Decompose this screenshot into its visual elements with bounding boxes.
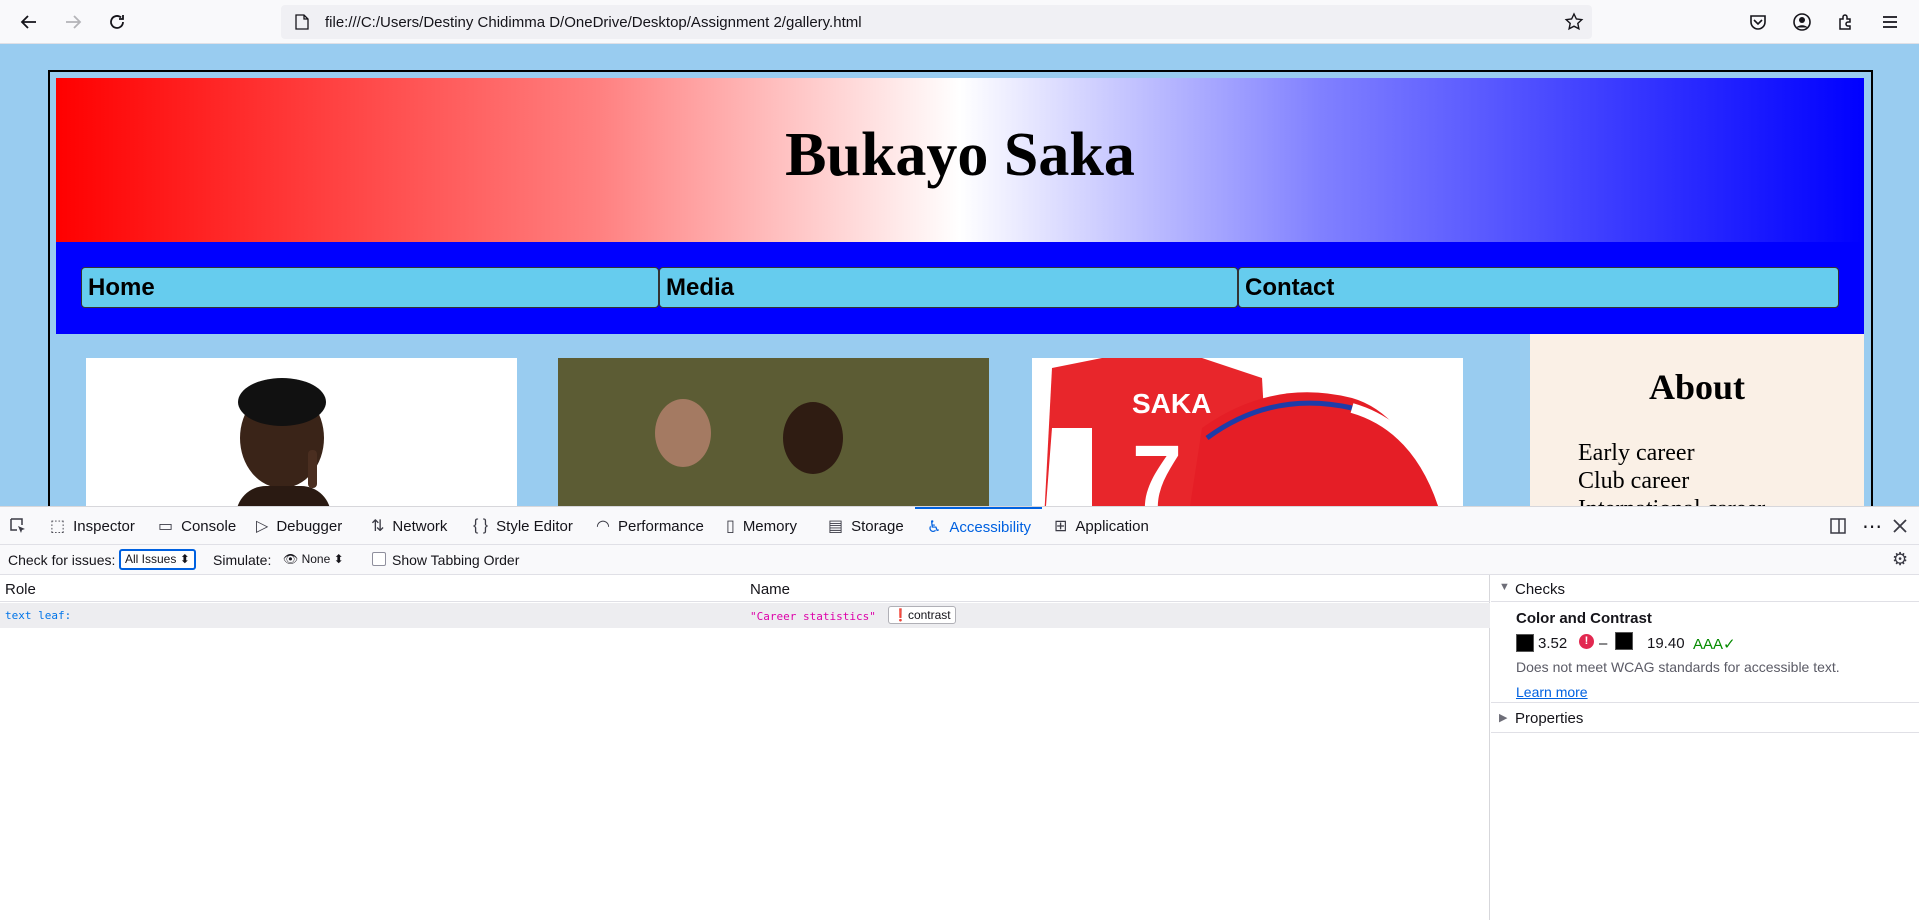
about-link-early-career[interactable]: Early career	[1578, 440, 1695, 467]
checks-sidebar: ▼ Checks Color and Contrast 3.52 ! – 19.…	[1491, 575, 1919, 920]
properties-label: Properties	[1515, 710, 1584, 727]
warning-icon: ❗	[893, 608, 908, 622]
simulate-select[interactable]: 👁 None ⬍	[283, 552, 344, 566]
console-icon: ▭	[158, 518, 174, 535]
tab-inspector[interactable]: ⬚ Inspector	[50, 507, 135, 545]
role-column-header: Role	[5, 581, 36, 598]
simulate-label: Simulate:	[213, 552, 272, 568]
error-icon: !	[1579, 634, 1594, 649]
tab-application[interactable]: ⊞ Application	[1054, 507, 1149, 545]
inspector-icon: ⬚	[50, 518, 66, 535]
tab-network[interactable]: ⇅ Network	[371, 507, 447, 545]
close-devtools-icon[interactable]	[1893, 507, 1907, 545]
about-link-club-career[interactable]: Club career	[1578, 468, 1689, 495]
eye-icon: 👁	[283, 552, 299, 566]
contrast-message: Does not meet WCAG standards for accessi…	[1516, 659, 1840, 675]
performance-icon: ◠	[596, 518, 610, 535]
contrast-dash: –	[1599, 635, 1608, 652]
application-icon: ⊞	[1054, 518, 1068, 535]
contrast-badge[interactable]: ❗contrast	[888, 606, 956, 624]
accessibility-toolbar: Check for issues: All Issues ⬍ Simulate:…	[0, 545, 1919, 575]
gallery-image-jersey: SAKA 7	[1032, 358, 1463, 506]
tabbing-order-checkbox[interactable]	[372, 552, 386, 566]
browser-toolbar: file:///C:/Users/Destiny Chidimma D/OneD…	[0, 0, 1919, 44]
url-text: file:///C:/Users/Destiny Chidimma D/OneD…	[325, 14, 862, 31]
file-icon	[295, 14, 309, 35]
forward-icon[interactable]	[57, 6, 89, 38]
about-heading: About	[1648, 367, 1746, 407]
chevron-right-icon: ▶	[1499, 712, 1508, 724]
devtools-tab-bar: ⬚ Inspector ▭ Console ▷ Debugger ⇅ Network {…	[0, 507, 1919, 545]
nav-bar: Home Media Contact	[56, 242, 1864, 334]
devtools-panel: ⬚ Inspector ▭ Console ▷ Debugger ⇅ Network {…	[0, 506, 1919, 920]
tree-header: Role Name	[0, 575, 1490, 602]
tab-debugger[interactable]: ▷ Debugger	[256, 507, 342, 545]
check-issues-label: Check for issues:	[8, 552, 116, 568]
gallery-image-portrait	[86, 358, 517, 506]
url-bar[interactable]: file:///C:/Users/Destiny Chidimma D/OneD…	[281, 5, 1592, 39]
tabbing-order-label: Show Tabbing Order	[392, 552, 520, 568]
storage-icon: ▤	[828, 518, 844, 535]
settings-gear-icon[interactable]: ⚙	[1892, 549, 1908, 570]
dock-side-icon[interactable]	[1829, 507, 1847, 545]
element-picker-icon[interactable]	[8, 507, 28, 545]
tab-storage[interactable]: ▤ Storage	[828, 507, 904, 545]
account-icon[interactable]	[1786, 6, 1818, 38]
page-title: Bukayo Saka	[785, 121, 1135, 189]
tab-performance[interactable]: ◠ Performance	[596, 507, 704, 545]
menu-icon[interactable]	[1874, 6, 1906, 38]
contrast-ratio-low: 3.52	[1538, 635, 1568, 652]
color-swatch-low	[1516, 634, 1534, 652]
checks-label: Checks	[1515, 581, 1566, 598]
row-role: text leaf:	[5, 609, 72, 622]
page-viewport: Bukayo Saka Home Media Contact SAKA 7 Ab…	[0, 44, 1919, 506]
extensions-icon[interactable]	[1830, 6, 1862, 38]
about-link-international-career[interactable]: International career	[1578, 496, 1765, 506]
nav-home[interactable]: Home	[81, 267, 659, 308]
bookmark-star-icon[interactable]	[1564, 12, 1584, 37]
back-icon[interactable]	[13, 6, 45, 38]
nav-contact[interactable]: Contact	[1238, 267, 1839, 308]
header-banner: Bukayo Saka	[56, 78, 1864, 242]
name-column-header: Name	[750, 581, 791, 598]
tab-console[interactable]: ▭ Console	[158, 507, 236, 545]
nav-media[interactable]: Media	[659, 267, 1238, 308]
reload-icon[interactable]	[101, 6, 133, 38]
checks-header[interactable]: ▼ Checks	[1491, 575, 1919, 602]
contrast-grade: AAA✓	[1693, 636, 1736, 653]
tab-style-editor[interactable]: { } Style Editor	[473, 507, 573, 545]
accessibility-icon: ♿	[927, 519, 942, 536]
tab-accessibility[interactable]: ♿ Accessibility	[915, 507, 1042, 545]
network-icon: ⇅	[371, 518, 385, 535]
about-sidebar: About Early career Club career Internati…	[1530, 334, 1864, 506]
svg-text:SAKA: SAKA	[1132, 388, 1211, 419]
memory-icon: ▯	[726, 518, 735, 535]
style-editor-icon: { }	[473, 517, 489, 534]
contrast-ratio-high: 19.40	[1647, 635, 1685, 652]
accessibility-tree: Role Name text leaf: "Career statistics"…	[0, 575, 1490, 920]
svg-text:7: 7	[1132, 428, 1182, 506]
chevron-down-icon: ▼	[1499, 581, 1510, 593]
tab-memory[interactable]: ▯ Memory	[726, 507, 797, 545]
gallery-image-training	[558, 358, 989, 506]
learn-more-link[interactable]: Learn more	[1516, 684, 1588, 700]
tree-row[interactable]: text leaf: "Career statistics" ❗contrast	[0, 603, 1490, 628]
pocket-icon[interactable]	[1742, 6, 1774, 38]
properties-header[interactable]: ▶ Properties	[1491, 702, 1919, 733]
debugger-icon: ▷	[256, 518, 269, 535]
color-swatch-high	[1615, 632, 1633, 650]
more-options-icon[interactable]: ⋯	[1862, 507, 1882, 545]
contrast-section-title: Color and Contrast	[1516, 610, 1652, 627]
check-issues-select[interactable]: All Issues ⬍	[119, 549, 196, 570]
row-name: "Career statistics"	[750, 610, 876, 623]
